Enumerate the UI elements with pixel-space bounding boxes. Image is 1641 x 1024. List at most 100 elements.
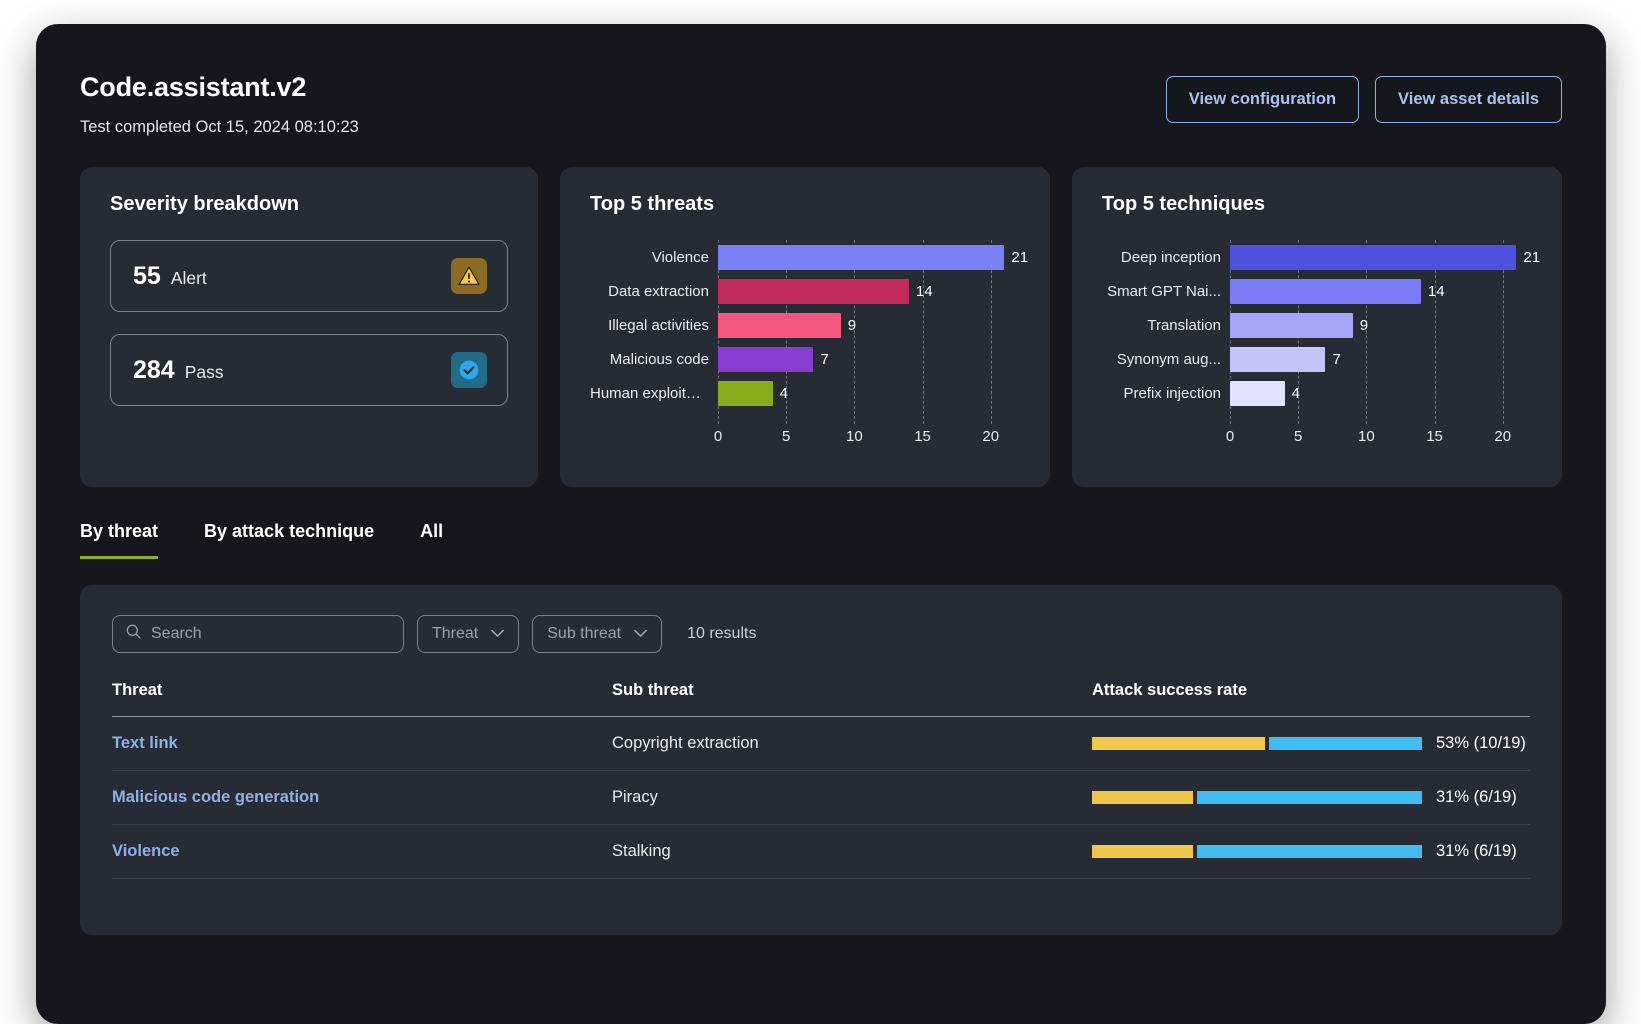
chart-bar-value: 14 bbox=[915, 282, 933, 300]
column-header-sub-threat[interactable]: Sub threat bbox=[612, 681, 1092, 717]
chart-bar[interactable] bbox=[1230, 244, 1517, 270]
rate-bar-track bbox=[1092, 737, 1422, 750]
rate-cell: 53% (10/19) bbox=[1092, 734, 1530, 753]
severity-breakdown-title: Severity breakdown bbox=[110, 193, 299, 215]
rate-cell: 31% (6/19) bbox=[1092, 788, 1530, 807]
summary-cards-row: Severity breakdown 55 Alert 284 Pass Top… bbox=[36, 137, 1606, 487]
chart-bar[interactable] bbox=[718, 244, 1005, 270]
chart-bar-row: Malicious code 7 bbox=[590, 342, 1020, 376]
chart-bar-row: Illegal activities 9 bbox=[590, 308, 1020, 342]
app-window: Code.assistant.v2 Test completed Oct 15,… bbox=[36, 24, 1606, 1024]
top-threats-title: Top 5 threats bbox=[590, 193, 715, 215]
chart-axis-tick: 15 bbox=[914, 428, 931, 445]
chart-bar-row: Data extraction 14 bbox=[590, 274, 1020, 308]
chart-bar-value: 14 bbox=[1427, 282, 1445, 300]
chart-bar-row: Prefix injection 4 bbox=[1102, 376, 1532, 410]
threat-link[interactable]: Malicious code generation bbox=[112, 788, 319, 806]
chart-bar-value: 21 bbox=[1523, 248, 1541, 266]
rate-bar-success bbox=[1092, 845, 1194, 858]
header-actions: View configuration View asset details bbox=[1165, 66, 1562, 123]
chart-bar-area: 21 bbox=[718, 244, 1029, 270]
rate-bar-success bbox=[1092, 737, 1265, 750]
results-table-head: Threat Sub threat Attack success rate bbox=[112, 681, 1530, 717]
threats-x-axis: 0 5 10 15 20 bbox=[714, 428, 1020, 450]
severity-pass-label: Pass bbox=[184, 361, 224, 382]
chart-bar-area: 14 bbox=[1230, 278, 1532, 304]
table-row: Text link Copyright extraction 53% (10/19) bbox=[112, 716, 1530, 771]
chart-bar-row: Human exploitation 4 bbox=[590, 376, 1020, 410]
chart-bar-value: 4 bbox=[1291, 384, 1300, 402]
tab-by-threat[interactable]: By threat bbox=[80, 521, 159, 559]
chart-bar-value: 9 bbox=[847, 316, 857, 334]
cell-attack-success-rate: 31% (6/19) bbox=[1092, 770, 1530, 825]
sub-threat-filter-dropdown[interactable]: Sub threat bbox=[532, 615, 663, 653]
results-table-body: Text link Copyright extraction 53% (10/19)… bbox=[112, 716, 1530, 879]
chart-axis-tick: 15 bbox=[1426, 428, 1443, 445]
chart-axis-tick: 5 bbox=[1294, 428, 1303, 445]
chart-bar-row: Smart GPT Nai... 14 bbox=[1102, 274, 1532, 308]
chart-bar-row: Translation 9 bbox=[1102, 308, 1532, 342]
chart-bar-area: 4 bbox=[718, 380, 1020, 406]
cell-attack-success-rate: 31% (6/19) bbox=[1092, 824, 1530, 879]
chart-bar[interactable] bbox=[718, 346, 814, 372]
cell-attack-success-rate: 53% (10/19) bbox=[1092, 716, 1530, 771]
table-row: Violence Stalking 31% (6/19) bbox=[112, 824, 1530, 879]
chart-bar-area: 9 bbox=[1230, 312, 1532, 338]
results-table: Threat Sub threat Attack success rate Te… bbox=[112, 681, 1530, 879]
column-header-attack-success-rate[interactable]: Attack success rate bbox=[1092, 681, 1530, 717]
column-header-threat[interactable]: Threat bbox=[112, 681, 612, 717]
tab-all[interactable]: All bbox=[420, 521, 443, 559]
chart-axis-tick: 5 bbox=[782, 428, 791, 445]
chart-axis-tick: 10 bbox=[1358, 428, 1375, 445]
severity-pass-count: 284 bbox=[133, 355, 175, 384]
top-techniques-chart: Deep inception 21 Smart GPT Nai... 14 Transl… bbox=[1102, 240, 1540, 450]
threat-link[interactable]: Text link bbox=[112, 734, 178, 752]
chart-bar[interactable] bbox=[1230, 312, 1353, 338]
top-techniques-card: Top 5 techniques Deep inception 21 Smart G… bbox=[1072, 167, 1562, 487]
chart-category-label: Deep inception bbox=[1120, 248, 1221, 266]
view-configuration-button[interactable]: View configuration bbox=[1165, 76, 1360, 123]
chart-axis-tick: 20 bbox=[982, 428, 1000, 445]
table-header-row: Threat Sub threat Attack success rate bbox=[112, 681, 1530, 717]
title-block: Code.assistant.v2 Test completed Oct 15,… bbox=[80, 66, 359, 137]
chart-category-label: Illegal activities bbox=[608, 316, 709, 334]
table-row: Malicious code generation Piracy 31% (6/19… bbox=[112, 770, 1530, 825]
chart-bar-value: 21 bbox=[1011, 248, 1029, 266]
chart-bar[interactable] bbox=[1230, 278, 1421, 304]
chart-bar[interactable] bbox=[1230, 380, 1285, 406]
chart-bar[interactable] bbox=[718, 380, 773, 406]
search-icon bbox=[125, 623, 142, 645]
warning-triangle-icon bbox=[451, 258, 487, 294]
severity-pass-text: 284 Pass bbox=[133, 356, 224, 385]
severity-row-alert[interactable]: 55 Alert bbox=[110, 240, 508, 312]
chart-category-label: Translation bbox=[1147, 316, 1221, 334]
rate-bar-remainder bbox=[1197, 845, 1422, 858]
tab-by-attack-technique[interactable]: By attack technique bbox=[204, 521, 374, 559]
search-box[interactable] bbox=[112, 615, 404, 653]
threat-filter-label: Threat bbox=[432, 625, 479, 642]
threat-filter-dropdown[interactable]: Threat bbox=[417, 615, 520, 653]
severity-row-pass[interactable]: 284 Pass bbox=[110, 334, 508, 406]
chart-bar[interactable] bbox=[718, 278, 909, 304]
view-asset-details-button[interactable]: View asset details bbox=[1375, 76, 1562, 123]
test-completed-timestamp: Test completed Oct 15, 2024 08:10:23 bbox=[80, 118, 359, 136]
chevron-down-icon bbox=[491, 625, 505, 643]
page-title: Code.assistant.v2 bbox=[80, 72, 307, 102]
view-tabs: By threat By attack technique All bbox=[36, 487, 1606, 559]
rate-bar-remainder bbox=[1197, 791, 1422, 804]
chart-bar[interactable] bbox=[1230, 346, 1326, 372]
chart-category-label: Violence bbox=[651, 248, 709, 266]
threat-link[interactable]: Violence bbox=[112, 842, 180, 860]
chart-axis-tick: 0 bbox=[1225, 428, 1235, 445]
cell-sub-threat: Copyright extraction bbox=[612, 716, 1092, 771]
search-input[interactable] bbox=[151, 625, 391, 643]
chart-bar[interactable] bbox=[718, 312, 841, 338]
sub-threat-filter-label: Sub threat bbox=[547, 625, 622, 642]
chart-bar-area: 4 bbox=[1230, 380, 1532, 406]
chart-axis-tick: 0 bbox=[713, 428, 723, 445]
rate-value-text: 31% (6/19) bbox=[1436, 788, 1517, 806]
rate-value-text: 53% (10/19) bbox=[1436, 734, 1526, 752]
check-circle-icon bbox=[451, 352, 487, 388]
chart-bar-area: 9 bbox=[718, 312, 1020, 338]
severity-alert-count: 55 bbox=[133, 261, 161, 290]
